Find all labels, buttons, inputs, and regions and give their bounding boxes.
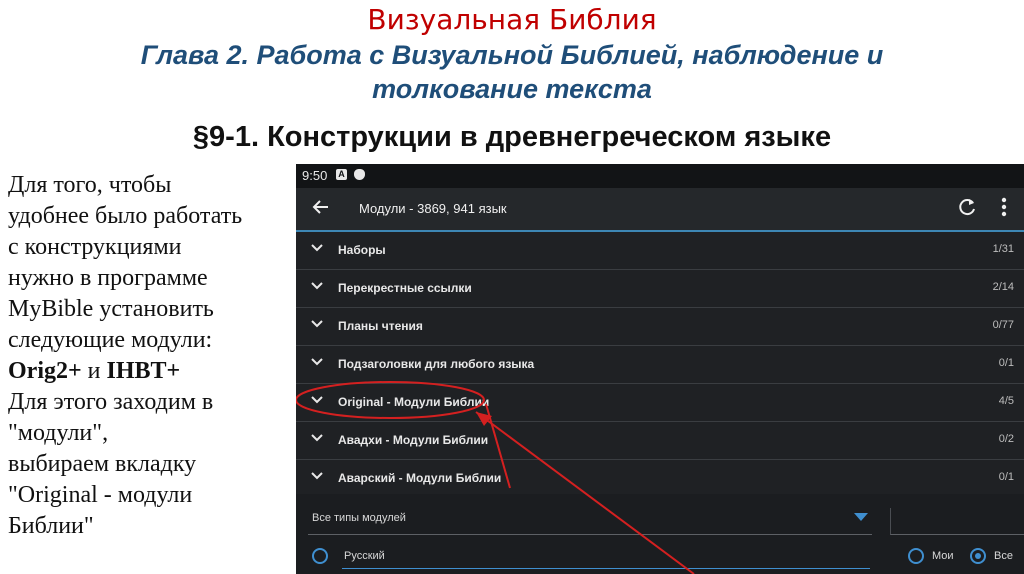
app-screenshot: 9:50 A Модули - 3869, 941 язык Наборы 1/… bbox=[296, 164, 1024, 574]
list-item[interactable]: Перекрестные ссылки 2/14 bbox=[296, 270, 1024, 308]
arrow-left-icon[interactable] bbox=[308, 194, 334, 220]
module-ihbt: IHBT+ bbox=[106, 358, 181, 384]
list-item-count: 0/77 bbox=[992, 319, 1014, 331]
radio-all-label: Все bbox=[994, 550, 1013, 562]
status-time: 9:50 bbox=[302, 168, 328, 183]
list-item-count: 2/14 bbox=[992, 281, 1014, 293]
status-bar: 9:50 A bbox=[296, 164, 1024, 188]
list-item[interactable]: Аварский - Модули Библии 0/1 bbox=[296, 460, 1024, 498]
module-orig2: Orig2+ bbox=[8, 358, 82, 384]
list-item[interactable]: Подзаголовки для любого языка 0/1 bbox=[296, 346, 1024, 384]
list-item-original[interactable]: Original - Модули Библии 4/5 bbox=[296, 384, 1024, 422]
chevron-down-icon[interactable] bbox=[310, 279, 324, 293]
list-item-name: Планы чтения bbox=[338, 319, 423, 333]
filter-panel: Все типы модулей Русский Мои Все bbox=[296, 494, 1024, 574]
filter-input[interactable] bbox=[890, 508, 1024, 535]
language-value: Русский bbox=[344, 550, 385, 562]
module-type-select[interactable]: Все типы модулей bbox=[308, 508, 872, 535]
list-item-name: Original - Модули Библии bbox=[338, 395, 490, 409]
chevron-down-icon[interactable] bbox=[310, 355, 324, 369]
list-item-name: Перекрестные ссылки bbox=[338, 281, 472, 295]
conjunction: и bbox=[81, 358, 107, 384]
toolbar: Модули - 3869, 941 язык bbox=[296, 188, 1024, 232]
module-type-value: Все типы модулей bbox=[312, 512, 406, 524]
body-line: Библии" bbox=[8, 513, 94, 539]
list-item-count: 4/5 bbox=[998, 395, 1014, 407]
language-field[interactable]: Русский bbox=[342, 544, 870, 569]
slide-title: Визуальная Библия bbox=[367, 3, 657, 36]
subtitle-line-2: толкование текста bbox=[372, 74, 652, 104]
body-line: удобнее было работать bbox=[8, 203, 243, 229]
list-item-count: 1/31 bbox=[992, 243, 1014, 255]
list-item[interactable]: Наборы 1/31 bbox=[296, 232, 1024, 270]
toolbar-title: Модули - 3869, 941 язык bbox=[359, 201, 507, 216]
refresh-icon[interactable] bbox=[954, 194, 980, 220]
list-item-name: Наборы bbox=[338, 243, 386, 257]
shield-icon bbox=[354, 169, 365, 180]
body-line: с конструкциями bbox=[8, 234, 182, 260]
list-item-count: 0/2 bbox=[998, 433, 1014, 445]
notification-icon: A bbox=[336, 169, 347, 180]
language-radio[interactable] bbox=[312, 548, 328, 564]
chevron-down-icon[interactable] bbox=[310, 317, 324, 331]
slide-subtitle: Глава 2. Работа с Визуальной Библией, на… bbox=[20, 38, 1004, 106]
radio-mine-label: Мои bbox=[932, 550, 954, 562]
body-line: выбираем вкладку bbox=[8, 451, 197, 477]
dropdown-arrow-icon[interactable] bbox=[854, 513, 868, 521]
radio-all[interactable] bbox=[970, 548, 986, 564]
body-line: "модули", bbox=[8, 420, 109, 446]
radio-mine[interactable] bbox=[908, 548, 924, 564]
subtitle-line-1: Глава 2. Работа с Визуальной Библией, на… bbox=[140, 40, 884, 70]
body-line: нужно в программе bbox=[8, 265, 208, 291]
body-line: Для того, чтобы bbox=[8, 172, 172, 198]
modules-line: Orig2+ и IHBT+ bbox=[8, 356, 290, 387]
list-item-name: Аварский - Модули Библии bbox=[338, 471, 502, 485]
chevron-down-icon[interactable] bbox=[310, 431, 324, 445]
list-item-name: Подзаголовки для любого языка bbox=[338, 357, 535, 371]
body-line: MyBible установить bbox=[8, 296, 214, 322]
instructions-text: Для того, чтобы удобнее было работать с … bbox=[8, 170, 290, 542]
module-category-list: Наборы 1/31 Перекрестные ссылки 2/14 Пла… bbox=[296, 232, 1024, 498]
list-item[interactable]: Планы чтения 0/77 bbox=[296, 308, 1024, 346]
more-vert-icon[interactable] bbox=[994, 194, 1014, 220]
body-line: следующие модули: bbox=[8, 327, 213, 353]
list-item-count: 0/1 bbox=[998, 471, 1014, 483]
body-line: Для этого заходим в bbox=[8, 389, 214, 415]
list-item[interactable]: Авадхи - Модули Библии 0/2 bbox=[296, 422, 1024, 460]
list-item-name: Авадхи - Модули Библии bbox=[338, 433, 489, 447]
chevron-down-icon[interactable] bbox=[310, 241, 324, 255]
body-line: "Original - модули bbox=[8, 482, 193, 508]
chevron-down-icon[interactable] bbox=[310, 469, 324, 483]
section-heading: §9-1. Конструкции в древнегреческом язык… bbox=[192, 121, 832, 153]
list-item-count: 0/1 bbox=[998, 357, 1014, 369]
chevron-down-icon[interactable] bbox=[310, 393, 324, 407]
